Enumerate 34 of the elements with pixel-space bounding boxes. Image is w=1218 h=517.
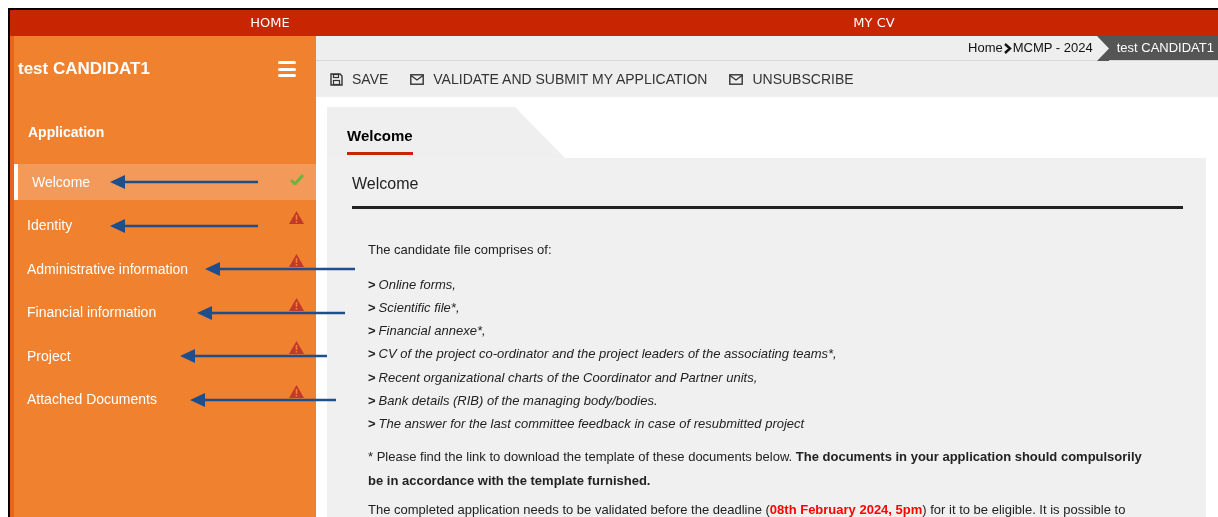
user-name: test CANDIDAT1 bbox=[18, 58, 150, 81]
list-item: Scientific file*, bbox=[378, 299, 460, 315]
envelope-icon bbox=[410, 73, 425, 85]
list-marker: > bbox=[368, 369, 376, 385]
list-item: Bank details (RIB) of the managing body/bodies. bbox=[378, 393, 658, 408]
deadline-text: The completed application needs to be validated before the deadline (08th February 2024, 5pm) for it to be eligible. It is possible to bbox=[368, 500, 1127, 517]
list-marker: > bbox=[368, 323, 376, 339]
toolbar-button[interactable]: UNSUBSCRIBE bbox=[729, 68, 854, 90]
tab[interactable]: Welcome bbox=[327, 107, 565, 158]
panel-heading: Welcome bbox=[352, 172, 1183, 209]
list-item: Online forms, bbox=[378, 276, 456, 292]
note-text: * Please find the link to download the template of these documents below. The documents in your application should compulsorily be in accordance with the template furnished. bbox=[368, 447, 1143, 490]
list-item: The answer for the last committee feedback in case of resubmitted project bbox=[378, 416, 805, 432]
list-item: CV of the project co-ordinator and the project leaders of the associating teams*, bbox=[378, 346, 837, 362]
save-icon bbox=[330, 72, 343, 86]
list-item: Financial annexe*, bbox=[378, 323, 486, 339]
toolbar-button[interactable]: SAVE bbox=[330, 68, 389, 90]
list-marker: > bbox=[368, 299, 376, 315]
nav-link[interactable]: HOME bbox=[10, 10, 530, 36]
menu-icon[interactable] bbox=[278, 61, 296, 77]
list-marker: > bbox=[368, 276, 376, 292]
toolbar-button[interactable]: VALIDATE AND SUBMIT MY APPLICATION bbox=[410, 68, 708, 90]
nav-link[interactable]: MY CV bbox=[530, 10, 1218, 36]
section-heading: Application bbox=[27, 123, 106, 142]
list-marker: > bbox=[368, 346, 376, 362]
crumb-tab-edge bbox=[1096, 36, 1109, 61]
list-marker: > bbox=[368, 393, 376, 408]
intro-text: The candidate file comprises of: bbox=[368, 241, 553, 259]
list-marker: > bbox=[368, 416, 376, 432]
breadcrumb-link[interactable]: MCMP - 2024 bbox=[1012, 36, 1097, 60]
chevron-icon bbox=[1003, 42, 1012, 54]
breadcrumb-link[interactable]: Home bbox=[968, 36, 1003, 60]
list-item: Recent organizational charts of the Coordinator and Partner units, bbox=[378, 369, 758, 385]
envelope-icon bbox=[729, 73, 744, 85]
